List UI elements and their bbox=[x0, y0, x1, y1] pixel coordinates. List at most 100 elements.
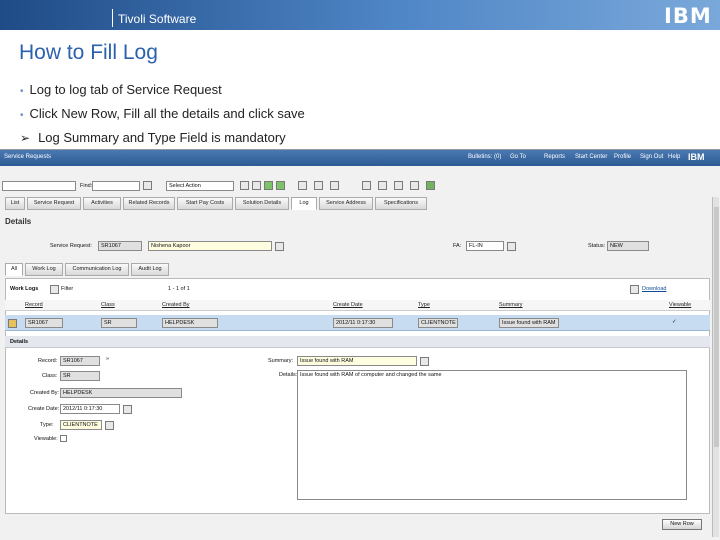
class-field[interactable]: SR bbox=[60, 371, 100, 381]
select-action-dropdown[interactable]: Select Action bbox=[166, 181, 234, 191]
fa-field[interactable]: FL-IN bbox=[466, 241, 504, 251]
type-field[interactable]: CLIENTNOTE bbox=[60, 420, 102, 430]
edit-icon[interactable] bbox=[252, 181, 261, 190]
record-field[interactable]: SR1067 bbox=[60, 356, 100, 366]
service-request-field[interactable]: SR1067 bbox=[98, 241, 142, 251]
cell-record[interactable]: SR1067 bbox=[25, 318, 63, 328]
status-label: Status: bbox=[588, 243, 606, 249]
viewable-label: Viewable: bbox=[34, 436, 58, 442]
bullet-dot-icon: • bbox=[20, 110, 24, 121]
bookmark-icon[interactable] bbox=[330, 181, 339, 190]
menu-bulletins[interactable]: Bulletins: (0) bbox=[468, 154, 501, 160]
cell-class[interactable]: SR bbox=[101, 318, 137, 328]
fa-lookup-icon[interactable] bbox=[507, 242, 516, 251]
tab-service-address[interactable]: Service Address bbox=[319, 197, 373, 210]
filter-icon[interactable] bbox=[50, 285, 59, 294]
tab-start-pay-costs[interactable]: Start Pay Costs bbox=[177, 197, 233, 210]
column-created-by[interactable]: Created By bbox=[162, 302, 190, 308]
bullet-item: • Click New Row, Fill all the details and… bbox=[20, 106, 305, 121]
detail-heading: Details bbox=[10, 339, 29, 345]
app-title: Service Requests bbox=[4, 154, 52, 160]
attachment-icon[interactable] bbox=[394, 181, 403, 190]
menu-goto[interactable]: Go To bbox=[510, 154, 526, 160]
next-record-icon[interactable] bbox=[276, 181, 285, 190]
bullet-dot-icon: • bbox=[20, 86, 24, 97]
tab-activities[interactable]: Activities bbox=[83, 197, 121, 210]
cell-summary[interactable]: Issue found with RAM bbox=[499, 318, 559, 328]
menu-help[interactable]: Help bbox=[668, 154, 680, 160]
download-icon[interactable] bbox=[630, 285, 639, 294]
tab-related-records[interactable]: Related Records bbox=[123, 197, 175, 210]
menu-profile[interactable]: Profile bbox=[614, 154, 631, 160]
column-summary[interactable]: Summary bbox=[499, 302, 523, 308]
tab-list[interactable]: List bbox=[5, 197, 25, 210]
subtab-communication-log[interactable]: Communication Log bbox=[65, 263, 129, 276]
viewable-checkbox[interactable] bbox=[60, 435, 67, 442]
column-create-date[interactable]: Create Date bbox=[333, 302, 363, 308]
new-row-button[interactable]: New Row bbox=[662, 519, 702, 530]
subtab-work-log[interactable]: Work Log bbox=[25, 263, 63, 276]
save-icon[interactable] bbox=[298, 181, 307, 190]
previous-record-icon[interactable] bbox=[264, 181, 273, 190]
bullet-item: • Log to log tab of Service Request bbox=[20, 82, 222, 97]
long-description-icon[interactable] bbox=[275, 242, 284, 251]
description-field[interactable]: Nishena Kapoor bbox=[148, 241, 272, 251]
record-label: Record: bbox=[38, 358, 58, 364]
find-input[interactable] bbox=[92, 181, 140, 191]
tab-log[interactable]: Log bbox=[291, 197, 317, 210]
search-icon[interactable] bbox=[143, 181, 152, 190]
summary-label: Summary: bbox=[268, 358, 294, 364]
app-header: Service Requests Bulletins: (0) Go To Re… bbox=[0, 150, 720, 166]
view-icon[interactable] bbox=[362, 181, 371, 190]
tab-service-request[interactable]: Service Request bbox=[27, 197, 81, 210]
cell-create-date[interactable]: 2012/11 0:17:30 bbox=[333, 318, 393, 328]
clear-icon[interactable] bbox=[314, 181, 323, 190]
type-label: Type: bbox=[40, 422, 54, 428]
subtab-all[interactable]: All bbox=[5, 263, 23, 276]
menu-start-center[interactable]: Start Center bbox=[575, 154, 607, 160]
new-record-icon[interactable] bbox=[240, 181, 249, 190]
column-class[interactable]: Class bbox=[101, 302, 115, 308]
tivoli-brand: Tivoli Software bbox=[118, 12, 197, 26]
slide-banner: Tivoli Software IBM bbox=[0, 0, 720, 30]
query-select[interactable] bbox=[2, 181, 76, 191]
create-date-field[interactable]: 2012/11 0:17:30 bbox=[60, 404, 120, 414]
download-link[interactable]: Download bbox=[642, 286, 666, 292]
route-workflow-icon[interactable] bbox=[426, 181, 435, 190]
bullet-text: Click New Row, Fill all the details and … bbox=[29, 106, 305, 121]
menu-sign-out[interactable]: Sign Out bbox=[640, 154, 663, 160]
column-record[interactable]: Record bbox=[25, 302, 43, 308]
class-label: Class: bbox=[42, 373, 58, 379]
work-logs-label: Work Logs bbox=[10, 286, 39, 292]
calendar-icon[interactable] bbox=[123, 405, 132, 414]
service-request-label: Service Request: bbox=[50, 243, 92, 249]
cell-viewable-check[interactable]: ✓ bbox=[672, 319, 677, 325]
tab-solution-details[interactable]: Solution Details bbox=[235, 197, 289, 210]
type-lookup-icon[interactable] bbox=[105, 421, 114, 430]
report-icon[interactable] bbox=[378, 181, 387, 190]
tab-specifications[interactable]: Specifications bbox=[375, 197, 427, 210]
cell-created-by[interactable]: HELPDESK bbox=[162, 318, 218, 328]
pager-text: 1 - 1 of 1 bbox=[168, 286, 190, 292]
column-viewable[interactable]: Viewable bbox=[669, 302, 691, 308]
fa-label: FA: bbox=[453, 243, 462, 249]
status-field[interactable]: NEW bbox=[607, 241, 649, 251]
subtab-audit-log[interactable]: Audit Log bbox=[131, 263, 169, 276]
long-description-icon[interactable] bbox=[420, 357, 429, 366]
menu-reports[interactable]: Reports bbox=[544, 154, 565, 160]
details-textarea[interactable]: Issue found with RAM of computer and cha… bbox=[297, 370, 687, 500]
go-to-record-icon[interactable]: » bbox=[106, 356, 109, 362]
bullet-text: Log Summary and Type Field is mandatory bbox=[38, 130, 286, 145]
scrollbar-thumb[interactable] bbox=[714, 207, 719, 447]
vertical-scrollbar[interactable] bbox=[712, 197, 719, 537]
table-row[interactable]: SR1067 SR HELPDESK 2012/11 0:17:30 CLIEN… bbox=[5, 315, 710, 331]
print-icon[interactable] bbox=[410, 181, 419, 190]
details-heading: Details bbox=[5, 217, 32, 226]
created-by-field[interactable]: HELPDESK bbox=[60, 388, 182, 398]
table-header: Record Class Created By Create Date Type… bbox=[5, 300, 710, 311]
summary-field[interactable]: Issue found with RAM bbox=[297, 356, 417, 366]
row-edit-icon[interactable] bbox=[8, 319, 17, 328]
column-type[interactable]: Type bbox=[418, 302, 430, 308]
cell-type[interactable]: CLIENTNOTE bbox=[418, 318, 458, 328]
filter-label[interactable]: Filter bbox=[61, 286, 73, 292]
